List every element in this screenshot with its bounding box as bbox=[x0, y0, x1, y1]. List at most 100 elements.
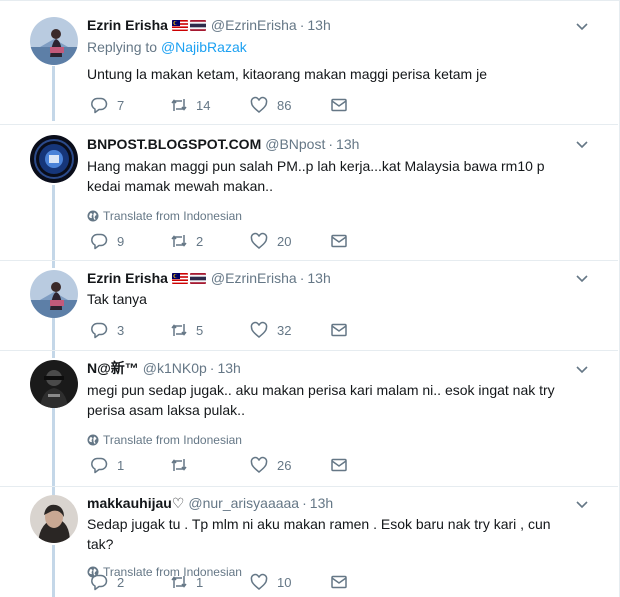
retweet-button[interactable] bbox=[170, 456, 250, 474]
reply-button[interactable]: 9 bbox=[90, 232, 170, 250]
retweet-icon bbox=[171, 99, 187, 111]
user-handle[interactable]: @BNpost bbox=[265, 136, 325, 152]
retweet-button[interactable]: 2 bbox=[170, 232, 250, 250]
chevron-down-icon[interactable] bbox=[574, 18, 590, 34]
separator-dot: · bbox=[299, 270, 305, 286]
retweet-count: 2 bbox=[196, 233, 204, 249]
user-handle[interactable]: @EzrinErisha bbox=[211, 17, 297, 33]
retweet-count: 14 bbox=[196, 97, 211, 113]
tweet-text: Untung la makan ketam, kitaorang makan m… bbox=[87, 66, 487, 82]
retweet-count: 1 bbox=[196, 574, 204, 590]
heart-icon bbox=[250, 456, 268, 473]
separator-dot: · bbox=[299, 17, 305, 33]
heart-icon bbox=[250, 96, 268, 113]
tweet[interactable]: Ezrin Erisha @EzrinErisha · 13h Replying… bbox=[0, 0, 618, 124]
tweet-actions: 7 14 86 bbox=[90, 96, 410, 114]
tweet[interactable]: N@新™ @k1NK0p · 13h megi pun sedap jugak.… bbox=[0, 350, 618, 486]
chevron-down-icon[interactable] bbox=[574, 136, 590, 152]
direct-message-button[interactable] bbox=[330, 456, 410, 474]
display-name[interactable]: Ezrin Erisha bbox=[87, 270, 168, 286]
reply-button[interactable]: 2 bbox=[90, 573, 170, 591]
like-button[interactable]: 32 bbox=[250, 321, 330, 339]
translate-link[interactable]: Translate from Indonesian bbox=[87, 432, 578, 448]
avatar[interactable] bbox=[30, 17, 78, 65]
retweet-icon bbox=[171, 324, 187, 336]
direct-message-button[interactable] bbox=[330, 573, 410, 591]
retweet-icon bbox=[171, 576, 187, 588]
reply-button[interactable]: 3 bbox=[90, 321, 170, 339]
avatar-ezrin-image bbox=[30, 270, 78, 318]
reply-count: 1 bbox=[117, 457, 125, 473]
timestamp[interactable]: 13h bbox=[336, 136, 359, 152]
replying-to-label: Replying to bbox=[87, 39, 161, 55]
heart-icon bbox=[250, 573, 268, 590]
retweet-button[interactable]: 1 bbox=[170, 573, 250, 591]
tweet[interactable]: Ezrin Erisha @EzrinErisha · 13h Tak tany… bbox=[0, 260, 618, 350]
reply-icon bbox=[91, 233, 108, 250]
globe-icon bbox=[87, 434, 99, 446]
malaysia-flag-icon bbox=[171, 272, 188, 284]
avatar[interactable] bbox=[30, 495, 78, 543]
translate-label[interactable]: Translate from Indonesian bbox=[103, 209, 242, 223]
reply-icon bbox=[91, 322, 108, 339]
reply-count: 3 bbox=[117, 322, 125, 338]
like-button[interactable]: 86 bbox=[250, 96, 330, 114]
direct-message-button[interactable] bbox=[330, 232, 410, 250]
tweet[interactable]: BNPOST.BLOGSPOT.COM @BNpost · 13h Hang m… bbox=[0, 124, 618, 260]
envelope-icon bbox=[331, 323, 347, 337]
thailand-flag-icon bbox=[189, 272, 206, 284]
direct-message-button[interactable] bbox=[330, 321, 410, 339]
tweet-text: Sedap jugak tu . Tp mlm ni aku makan ram… bbox=[87, 516, 551, 552]
timestamp[interactable]: 13h bbox=[307, 17, 330, 33]
display-name[interactable]: BNPOST.BLOGSPOT.COM bbox=[87, 136, 261, 152]
tweet-actions: 1 26 bbox=[90, 456, 410, 474]
timestamp[interactable]: 13h bbox=[310, 495, 333, 511]
like-button[interactable]: 26 bbox=[250, 456, 330, 474]
avatar[interactable] bbox=[30, 270, 78, 318]
reply-count: 9 bbox=[117, 233, 125, 249]
separator-dot: · bbox=[209, 360, 215, 376]
retweet-count: 5 bbox=[196, 322, 204, 338]
separator-dot: · bbox=[302, 495, 307, 511]
display-name[interactable]: N@新™ bbox=[87, 358, 139, 378]
replying-to: Replying to @NajibRazak bbox=[87, 39, 578, 57]
chevron-down-icon[interactable] bbox=[574, 270, 590, 286]
envelope-icon bbox=[331, 458, 347, 472]
retweet-button[interactable]: 5 bbox=[170, 321, 250, 339]
chevron-down-icon[interactable] bbox=[574, 361, 590, 377]
reply-count: 2 bbox=[117, 574, 125, 590]
translate-label[interactable]: Translate from Indonesian bbox=[103, 433, 242, 447]
tweet-text: megi pun sedap jugak.. aku makan perisa … bbox=[87, 382, 555, 418]
tweet-actions: 9 2 20 bbox=[90, 232, 410, 250]
display-name[interactable]: Ezrin Erisha bbox=[87, 17, 168, 33]
tweet-text: Tak tanya bbox=[87, 291, 147, 307]
tweet-actions: 2 1 10 bbox=[90, 573, 410, 591]
retweet-icon bbox=[171, 459, 187, 471]
avatar[interactable] bbox=[30, 360, 78, 408]
like-count: 20 bbox=[277, 233, 292, 249]
translate-link[interactable]: Translate from Indonesian bbox=[87, 208, 578, 224]
reply-button[interactable]: 7 bbox=[90, 96, 170, 114]
like-count: 32 bbox=[277, 322, 292, 338]
user-handle[interactable]: @EzrinErisha bbox=[211, 270, 297, 286]
timestamp[interactable]: 13h bbox=[217, 360, 240, 376]
envelope-icon bbox=[331, 234, 347, 248]
like-count: 26 bbox=[277, 457, 292, 473]
chevron-down-icon[interactable] bbox=[574, 496, 590, 512]
envelope-icon bbox=[331, 98, 347, 112]
reply-button[interactable]: 1 bbox=[90, 456, 170, 474]
display-name[interactable]: makkauhijau♡ bbox=[87, 495, 184, 512]
like-button[interactable]: 10 bbox=[250, 573, 330, 591]
user-handle[interactable]: @k1NK0p bbox=[143, 360, 207, 376]
like-button[interactable]: 20 bbox=[250, 232, 330, 250]
thailand-flag-icon bbox=[189, 19, 206, 31]
user-handle[interactable]: @nur_arisyaaaaa bbox=[188, 495, 299, 511]
avatar[interactable] bbox=[30, 135, 78, 183]
malaysia-flag-icon bbox=[171, 19, 188, 31]
retweet-button[interactable]: 14 bbox=[170, 96, 250, 114]
direct-message-button[interactable] bbox=[330, 96, 410, 114]
tweet[interactable]: makkauhijau♡ @nur_arisyaaaaa · 13h Sedap… bbox=[0, 486, 618, 597]
replying-to-link[interactable]: @NajibRazak bbox=[161, 39, 247, 55]
separator-dot: · bbox=[328, 136, 334, 152]
timestamp[interactable]: 13h bbox=[307, 270, 330, 286]
